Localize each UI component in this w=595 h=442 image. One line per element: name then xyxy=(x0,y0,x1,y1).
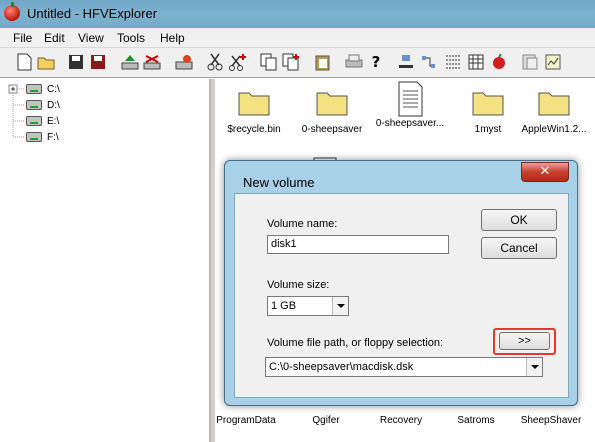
tree-node-d[interactable]: D:\ xyxy=(26,97,60,113)
tree-node-e[interactable]: E:\ xyxy=(26,113,59,129)
eject-icon[interactable] xyxy=(120,52,140,72)
app-icon xyxy=(4,2,20,21)
file-item[interactable]: 0-sheepsaver xyxy=(293,87,371,135)
file-item[interactable]: Satroms xyxy=(437,411,515,426)
cut-icon[interactable] xyxy=(205,52,225,72)
save-icon[interactable] xyxy=(66,52,86,72)
drive-icon xyxy=(26,84,42,94)
tree-node-c[interactable]: C:\ xyxy=(26,81,60,97)
path-label: Volume file path, or floppy selection: xyxy=(267,337,444,349)
file-name: 0-sheepsaver... xyxy=(375,118,445,129)
print-icon[interactable] xyxy=(344,52,364,72)
chevron-down-icon[interactable] xyxy=(332,297,348,315)
file-name: 0-sheepsaver xyxy=(301,124,363,135)
open-folder-icon[interactable] xyxy=(36,52,56,72)
folder-icon xyxy=(472,92,504,116)
file-name: $recycle.bin xyxy=(227,124,281,135)
browse-button[interactable]: >> xyxy=(499,332,550,350)
path-select[interactable]: C:\0-sheepsaver\macdisk.dsk xyxy=(265,357,543,377)
file-item[interactable]: $recycle.bin xyxy=(215,87,293,135)
close-button[interactable]: ✕ xyxy=(521,162,569,182)
paste-icon[interactable] xyxy=(313,52,333,72)
apple-icon[interactable] xyxy=(489,52,509,72)
window-title: Untitled - HFVExplorer xyxy=(27,6,158,21)
menu-bar: File Edit View Tools Help xyxy=(0,28,595,48)
drive-icon xyxy=(26,116,42,126)
help-icon[interactable]: ? xyxy=(366,52,386,72)
toolbar: ? xyxy=(0,48,595,78)
file-name: Satroms xyxy=(457,415,495,426)
dialog-title: New volume xyxy=(243,175,315,190)
file-item[interactable]: Qgifer xyxy=(287,411,365,426)
list-view-icon[interactable] xyxy=(443,52,463,72)
volume-size-select[interactable]: 1 GB xyxy=(267,296,349,316)
title-bar: Untitled - HFVExplorer xyxy=(0,0,595,28)
menu-file[interactable]: File xyxy=(13,31,32,45)
tree-node-label: E:\ xyxy=(47,115,60,127)
dialog-body: Volume name: disk1 OK Cancel Volume size… xyxy=(234,193,569,398)
path-value: C:\0-sheepsaver\macdisk.dsk xyxy=(269,361,414,373)
menu-edit[interactable]: Edit xyxy=(44,31,65,45)
menu-tools[interactable]: Tools xyxy=(117,31,145,45)
file-name: ProgramData xyxy=(216,415,276,426)
cancel-button[interactable]: Cancel xyxy=(481,237,557,259)
large-icons-icon[interactable] xyxy=(396,52,416,72)
file-name: SheepShaver xyxy=(520,415,582,426)
tree-node-label: D:\ xyxy=(47,99,60,111)
folder-icon xyxy=(538,92,570,116)
drive-icon xyxy=(26,132,42,142)
tree-node-label: C:\ xyxy=(47,83,60,95)
file-item[interactable]: Recovery xyxy=(362,411,440,426)
file-item[interactable]: SheepShaver xyxy=(512,411,590,426)
volume-name-input[interactable]: disk1 xyxy=(267,235,449,254)
new-icon[interactable] xyxy=(14,52,34,72)
tree-node-f[interactable]: F:\ xyxy=(26,129,59,145)
file-item[interactable]: ProgramData xyxy=(207,411,285,426)
file-item[interactable]: AppleWin1.2... xyxy=(515,87,593,135)
file-item[interactable]: 0-sheepsaver... xyxy=(371,81,449,129)
chevron-down-icon[interactable] xyxy=(526,358,542,376)
copy-icon[interactable] xyxy=(259,52,279,72)
volume-size-value: 1 GB xyxy=(271,300,297,312)
folder-icon xyxy=(238,92,270,116)
cut-special-icon[interactable] xyxy=(228,52,248,72)
cd-drive-icon xyxy=(26,100,42,110)
file-name: Qgifer xyxy=(312,415,340,426)
save-as-icon[interactable] xyxy=(88,52,108,72)
edit-document-icon[interactable] xyxy=(543,52,563,72)
small-icons-icon[interactable] xyxy=(419,52,439,72)
file-name: AppleWin1.2... xyxy=(521,124,587,135)
unmount-icon[interactable] xyxy=(142,52,162,72)
details-view-icon[interactable] xyxy=(466,52,486,72)
ok-button[interactable]: OK xyxy=(481,209,557,231)
format-icon[interactable] xyxy=(174,52,194,72)
properties-icon[interactable] xyxy=(520,52,540,72)
copy-special-icon[interactable] xyxy=(281,52,301,72)
drive-tree: C:\ D:\ E:\ F:\ xyxy=(0,79,211,442)
new-volume-dialog: New volume ✕ Volume name: disk1 OK Cance… xyxy=(224,160,578,406)
file-name: Recovery xyxy=(379,415,423,426)
volume-size-label: Volume size: xyxy=(267,279,330,291)
volume-name-label: Volume name: xyxy=(267,218,338,230)
menu-view[interactable]: View xyxy=(78,31,104,45)
tree-node-label: F:\ xyxy=(47,131,59,143)
menu-help[interactable]: Help xyxy=(160,31,185,45)
folder-icon xyxy=(316,92,348,116)
document-icon xyxy=(398,81,423,117)
